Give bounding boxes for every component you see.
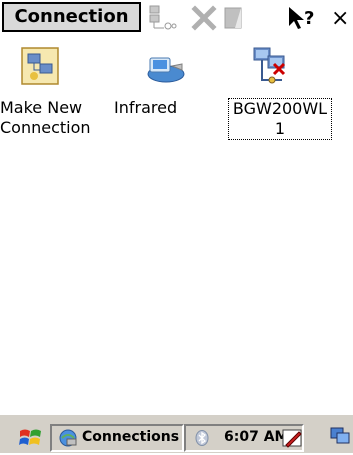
- window-title[interactable]: Connection: [2, 2, 141, 32]
- item-label: Make New Connection: [0, 98, 91, 137]
- view-icon[interactable]: [220, 4, 248, 32]
- item-bgw200wl1[interactable]: BGW200WL 1: [226, 46, 336, 156]
- start-flag-icon[interactable]: [18, 425, 44, 451]
- new-connection-icon: [20, 46, 60, 86]
- taskbar-task-label: Connections: [82, 429, 180, 445]
- clock[interactable]: 6:07 AM: [224, 429, 288, 445]
- taskbar: Connections 6:07 AM: [0, 414, 353, 453]
- desktop-icon[interactable]: [330, 426, 350, 446]
- item-label: Infrared: [114, 98, 178, 117]
- connections-list: Make New Connection Infrared BGW200WL 1: [0, 40, 353, 414]
- item-infrared[interactable]: Infrared: [114, 46, 214, 156]
- pen-input-icon[interactable]: [282, 427, 304, 449]
- item-make-new-connection[interactable]: Make New Connection: [0, 46, 110, 156]
- close-icon[interactable]: ×: [324, 4, 352, 32]
- network-disconnected-icon: [252, 46, 292, 86]
- taskbar-connections-button[interactable]: Connections: [50, 424, 184, 452]
- system-tray: 6:07 AM: [184, 424, 304, 452]
- infrared-icon: [146, 46, 186, 86]
- help-icon[interactable]: ?: [286, 4, 320, 32]
- toolbar: Connection ? ×: [0, 0, 353, 40]
- delete-icon[interactable]: [190, 4, 218, 32]
- close-glyph: ×: [331, 6, 349, 31]
- bluetooth-icon[interactable]: [194, 430, 210, 446]
- connection-properties-icon[interactable]: [148, 4, 177, 32]
- help-glyph: ?: [304, 8, 314, 29]
- connections-icon: [58, 428, 78, 448]
- item-label: BGW200WL 1: [228, 98, 332, 140]
